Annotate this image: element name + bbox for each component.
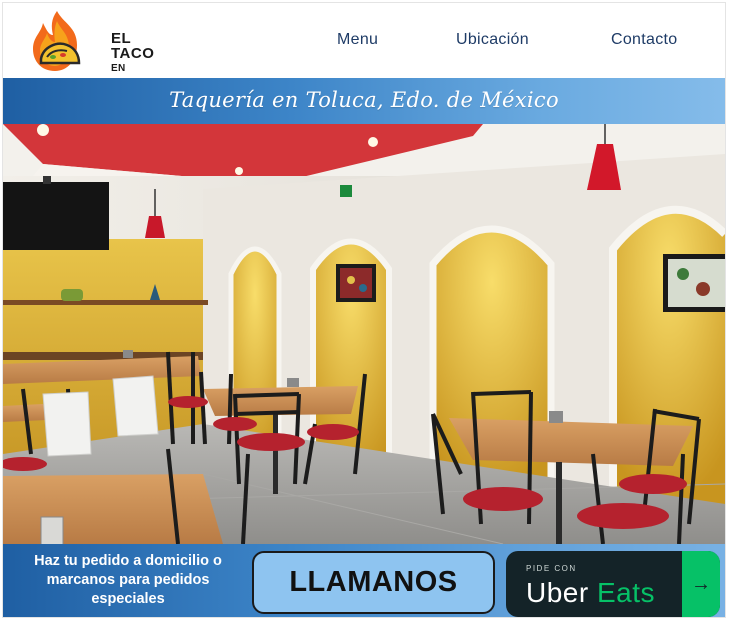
site-logo[interactable]: EL TACO EN LLAMAS [27,9,154,89]
site-header: EL TACO EN LLAMAS Menu Ubicación Contact… [3,3,725,89]
uber-eats-brand-uber: Uber [526,577,589,608]
uber-eats-small-label: PIDE CON [526,564,577,573]
order-message: Haz tu pedido a domicilio o marcanos par… [34,553,222,607]
logo-line1: EL TACO [111,30,155,62]
order-cta-bar: Haz tu pedido a domicilio o marcanos par… [3,544,725,617]
restaurant-interior-image [3,124,725,544]
uber-eats-button[interactable]: PIDE CON Uber Eats → [506,551,720,617]
nav-ubicacion-link[interactable]: Ubicación [456,31,529,55]
nav-menu-link[interactable]: Menu [337,31,378,55]
call-button-label: LLAMANOS [289,566,458,598]
page-frame: EL TACO EN LLAMAS Menu Ubicación Contact… [2,2,726,618]
arrow-right-icon: → [691,572,711,595]
tagline-text: Taquería en Toluca, Edo. de México [169,88,559,112]
call-button[interactable]: LLAMANOS [252,551,495,614]
nav-contacto-link[interactable]: Contacto [611,31,677,55]
tagline-banner: Taquería en Toluca, Edo. de México [3,78,725,124]
uber-eats-brand-eats: Eats [596,577,656,608]
uber-eats-logo-text: Uber Eats [526,577,655,609]
flame-taco-logo-icon [33,11,81,71]
restaurant-interior-photo [3,124,725,544]
uber-eats-arrow-area[interactable]: → [682,551,720,617]
